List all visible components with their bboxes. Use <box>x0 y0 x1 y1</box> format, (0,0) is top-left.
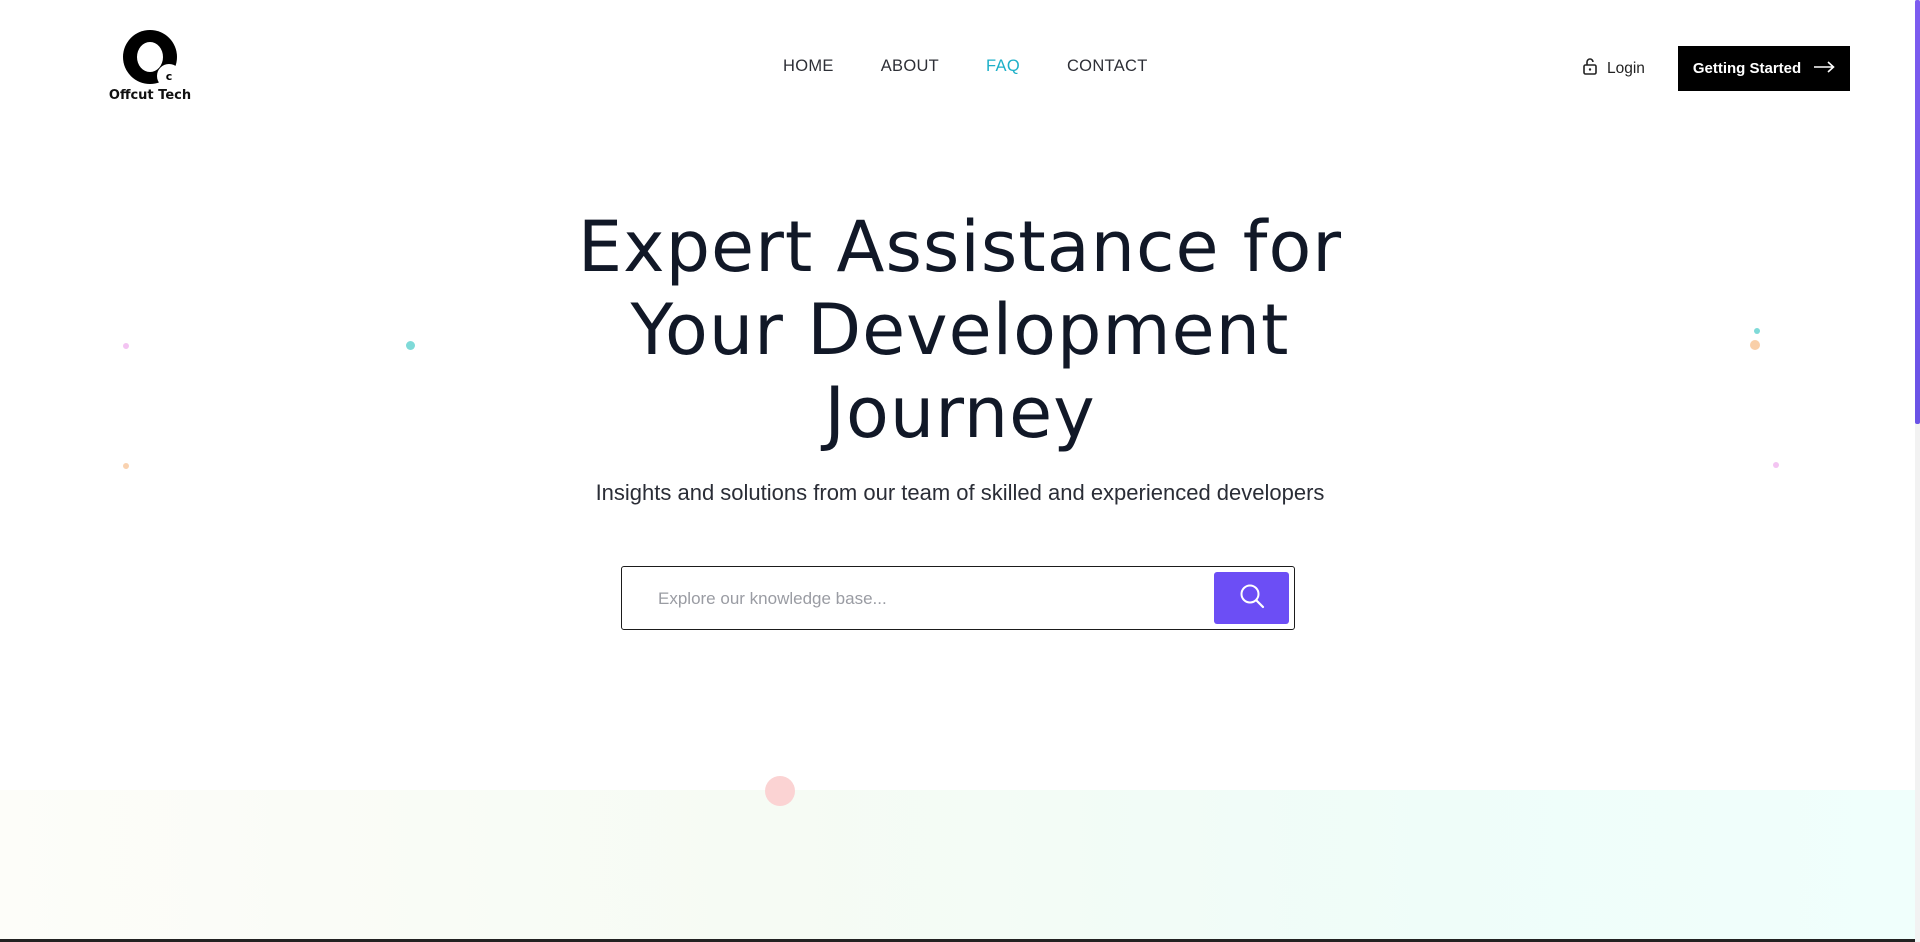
logo-badge-letter: c <box>165 69 173 83</box>
page-scrollbar[interactable] <box>1915 0 1920 942</box>
nav-item-home[interactable]: HOME <box>783 57 834 76</box>
nav-item-about[interactable]: ABOUT <box>881 57 939 76</box>
lock-icon <box>1582 57 1598 80</box>
lower-section-background <box>0 790 1915 942</box>
login-link[interactable]: Login <box>1582 57 1645 80</box>
nav-item-contact[interactable]: CONTACT <box>1067 57 1148 76</box>
search-input[interactable] <box>656 583 1200 615</box>
login-label: Login <box>1607 59 1645 77</box>
hero-title: Expert Assistance for Your Development J… <box>510 206 1410 455</box>
main-nav: HOME ABOUT FAQ CONTACT <box>783 57 1148 76</box>
scrollbar-thumb[interactable] <box>1915 0 1920 424</box>
search-icon <box>1238 582 1266 615</box>
hero-title-line-1: Expert Assistance for <box>577 206 1343 288</box>
decor-dot <box>1773 462 1779 468</box>
search-button[interactable] <box>1214 572 1289 624</box>
page: c Offcut Tech HOME ABOUT FAQ CONTACT Log… <box>0 0 1920 942</box>
decor-dot <box>765 776 795 806</box>
hero-title-line-3: Journey <box>824 372 1096 454</box>
getting-started-label: Getting Started <box>1692 60 1802 77</box>
decor-dot <box>1750 340 1760 350</box>
hero-title-line-2: Your Development <box>630 289 1290 371</box>
logo-icon: c <box>121 28 181 88</box>
hero-subtitle: Insights and solutions from our team of … <box>595 480 1325 505</box>
decor-dot <box>123 343 129 349</box>
knowledge-base-search <box>621 566 1295 630</box>
decor-dot <box>1754 328 1760 334</box>
decor-dot <box>406 341 415 350</box>
nav-item-faq[interactable]: FAQ <box>986 57 1020 76</box>
brand-logo[interactable]: c Offcut Tech <box>108 28 192 103</box>
brand-name: Offcut Tech <box>108 88 192 103</box>
arrow-right-icon <box>1813 60 1835 77</box>
decor-dot <box>123 463 129 469</box>
getting-started-button[interactable]: Getting Started <box>1678 46 1850 91</box>
